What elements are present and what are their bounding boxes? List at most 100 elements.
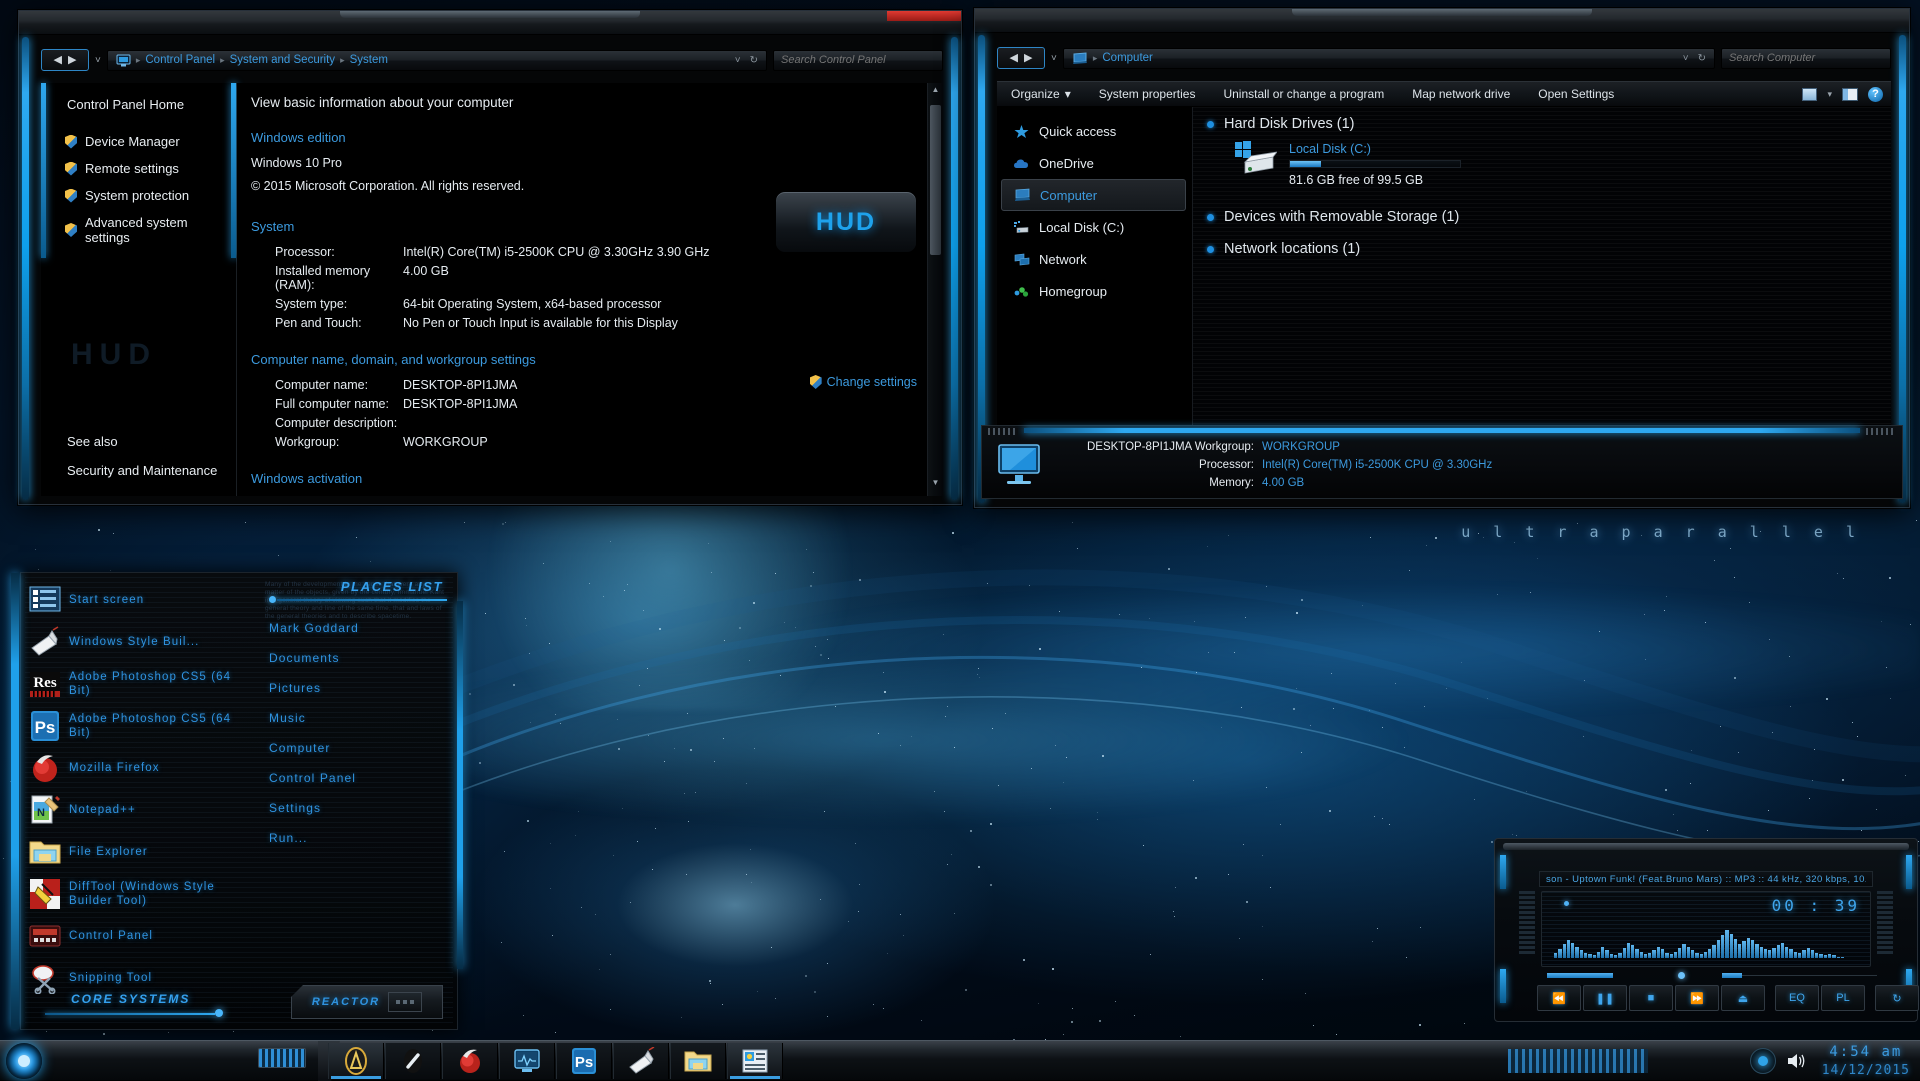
hud-app-restorator[interactable]: Res Adobe Photoshop CS5 (64 Bit) [29, 663, 257, 705]
explorer-window[interactable]: ◀ ▶ ˅ ▸ Computer ˅ ↻ Organize ▾ System p… [974, 8, 1910, 508]
volume-icon[interactable] [1786, 1052, 1808, 1070]
sidebar-item-advanced-system-settings[interactable]: Advanced system settings [41, 209, 236, 251]
taskbar-handle[interactable] [258, 1048, 306, 1068]
help-icon[interactable]: ? [1868, 87, 1883, 102]
refresh-icon[interactable]: ↻ [750, 55, 758, 66]
previous-button[interactable]: ⏪ [1537, 985, 1581, 1011]
toolbar-system-properties-button[interactable]: System properties [1085, 87, 1210, 101]
search-box[interactable] [773, 50, 943, 71]
scroll-down-icon[interactable]: ▼ [928, 478, 943, 494]
breadcrumb-dropdown-icon[interactable]: ˅ [735, 55, 741, 66]
section-windows-edition-title[interactable]: Windows edition [251, 130, 917, 145]
pause-button[interactable]: ❚❚ [1583, 985, 1627, 1011]
nav-history-dropdown-icon[interactable]: ˅ [95, 55, 101, 66]
scrollbar-thumb[interactable] [930, 105, 941, 255]
media-player-widget[interactable]: son - Uptown Funk! (Feat.Bruno Mars) :: … [1494, 838, 1918, 1022]
taskbar-item-firefox[interactable] [442, 1043, 498, 1079]
control-panel-titlebar[interactable] [19, 11, 961, 35]
close-button[interactable] [887, 11, 961, 21]
start-button[interactable] [6, 1043, 42, 1079]
hud-app-photoshop[interactable]: Ps Adobe Photoshop CS5 (64 Bit) [29, 705, 257, 747]
search-input[interactable] [1729, 52, 1883, 64]
volume-track[interactable] [1722, 975, 1877, 976]
search-input[interactable] [781, 54, 935, 66]
breadcrumb-item-1[interactable]: System and Security [230, 54, 335, 66]
back-icon[interactable]: ◀ [54, 55, 62, 66]
hud-place-pictures[interactable]: Pictures [267, 673, 447, 703]
taskbar[interactable]: Ps [0, 1040, 1920, 1080]
sidebar-item-quick-access[interactable]: Quick access [997, 115, 1192, 147]
sidebar-item-remote-settings[interactable]: Remote settings [41, 155, 236, 182]
taskbar-item-monitor[interactable] [499, 1043, 555, 1079]
nav-history-dropdown-icon[interactable]: ˅ [1051, 53, 1057, 64]
taskbar-item-control-panel[interactable] [727, 1043, 783, 1079]
change-settings-link[interactable]: Change settings [810, 375, 917, 389]
hud-place-control-panel[interactable]: Control Panel [267, 763, 447, 793]
hud-place-run[interactable]: Run... [267, 823, 447, 853]
hud-app-control-panel[interactable]: Control Panel [29, 915, 257, 957]
drive-item-local-disk-c[interactable]: Local Disk (C:) 81.6 GB free of 99.5 GB [1193, 134, 1891, 195]
hud-reactor-button[interactable]: REACTOR [291, 985, 443, 1019]
toolbar-map-network-drive-button[interactable]: Map network drive [1398, 87, 1524, 101]
see-also-link-security-and-maintenance[interactable]: Security and Maintenance [67, 463, 217, 478]
nav-back-forward[interactable]: ◀ ▶ [41, 49, 89, 71]
stop-button[interactable]: ■ [1629, 985, 1673, 1011]
hud-app-firefox[interactable]: Mozilla Firefox [29, 747, 257, 789]
group-header-network-locations[interactable]: Network locations (1) [1193, 227, 1891, 259]
taskbar-item-paint-tool[interactable] [385, 1043, 441, 1079]
hud-core-systems[interactable]: CORE SYSTEMS [33, 992, 243, 1019]
taskbar-item-file-explorer[interactable] [670, 1043, 726, 1079]
breadcrumb-item-0[interactable]: Control Panel [145, 54, 215, 66]
group-header-removable-storage[interactable]: Devices with Removable Storage (1) [1193, 195, 1891, 227]
hud-sidebar-widget[interactable]: Many of the development in the sense tha… [20, 572, 458, 1030]
hud-app-difftool[interactable]: DiffTool (Windows Style Builder Tool) [29, 873, 257, 915]
toolbar-organize-button[interactable]: Organize ▾ [997, 87, 1085, 101]
breadcrumb-item-0[interactable]: Computer [1102, 52, 1153, 64]
hud-app-start-screen[interactable]: Start screen [29, 579, 257, 621]
equalizer-button[interactable]: EQ [1775, 985, 1819, 1011]
sidebar-item-computer[interactable]: Computer [1001, 179, 1186, 211]
back-icon[interactable]: ◀ [1010, 53, 1018, 64]
toolbar-open-settings-button[interactable]: Open Settings [1524, 87, 1628, 101]
refresh-icon[interactable]: ↻ [1698, 53, 1706, 64]
hud-app-windows-style-builder[interactable]: Windows Style Buil... [29, 621, 257, 663]
drive-name[interactable]: Local Disk (C:) [1289, 142, 1461, 156]
preview-pane-icon[interactable] [1842, 88, 1858, 101]
sidebar-item-network[interactable]: Network [997, 243, 1192, 275]
clock[interactable]: 4:54 am 14/12/2015 [1818, 1043, 1910, 1079]
repeat-button[interactable]: ↻ [1875, 985, 1919, 1011]
hud-app-notepadpp[interactable]: N Notepad++ [29, 789, 257, 831]
section-windows-activation-title[interactable]: Windows activation [251, 471, 917, 486]
hud-place-mark-goddard[interactable]: Mark Goddard [267, 613, 447, 643]
change-view-icon[interactable] [1802, 88, 1817, 101]
search-box[interactable] [1721, 48, 1891, 69]
hud-place-settings[interactable]: Settings [267, 793, 447, 823]
chevron-down-icon[interactable]: ▾ [1827, 89, 1832, 100]
next-button[interactable]: ⏩ [1675, 985, 1719, 1011]
breadcrumb-dropdown-icon[interactable]: ˅ [1683, 53, 1689, 64]
sidebar-item-local-disk-c[interactable]: Local Disk (C:) [997, 211, 1192, 243]
seek-handle[interactable] [1678, 972, 1685, 979]
vertical-scrollbar[interactable]: ▲ ▼ [927, 83, 943, 496]
explorer-titlebar[interactable] [975, 9, 1909, 33]
breadcrumb[interactable]: ▸ Control Panel ▸ System and Security ▸ … [107, 50, 767, 71]
eject-button[interactable]: ⏏ [1721, 985, 1765, 1011]
sidebar-item-control-panel-home[interactable]: Control Panel Home [41, 83, 236, 112]
sidebar-item-onedrive[interactable]: OneDrive [997, 147, 1192, 179]
hud-place-computer[interactable]: Computer [267, 733, 447, 763]
section-computer-name-title[interactable]: Computer name, domain, and workgroup set… [251, 352, 917, 367]
hud-app-file-explorer[interactable]: File Explorer [29, 831, 257, 873]
player-seek-bar[interactable] [1547, 973, 1877, 979]
sidebar-item-homegroup[interactable]: Homegroup [997, 275, 1192, 307]
forward-icon[interactable]: ▶ [1024, 53, 1032, 64]
sidebar-item-device-manager[interactable]: Device Manager [41, 128, 236, 155]
taskbar-item-style-builder[interactable] [613, 1043, 669, 1079]
control-panel-window[interactable]: ◀ ▶ ˅ ▸ Control Panel ▸ System and Secur… [18, 10, 962, 505]
forward-icon[interactable]: ▶ [68, 55, 76, 66]
group-header-hard-disk-drives[interactable]: Hard Disk Drives (1) [1193, 107, 1891, 134]
hud-place-music[interactable]: Music [267, 703, 447, 733]
toolbar-uninstall-button[interactable]: Uninstall or change a program [1209, 87, 1398, 101]
taskbar-item-avira[interactable] [328, 1043, 384, 1079]
breadcrumb-item-2[interactable]: System [350, 54, 388, 66]
scroll-up-icon[interactable]: ▲ [928, 85, 943, 101]
